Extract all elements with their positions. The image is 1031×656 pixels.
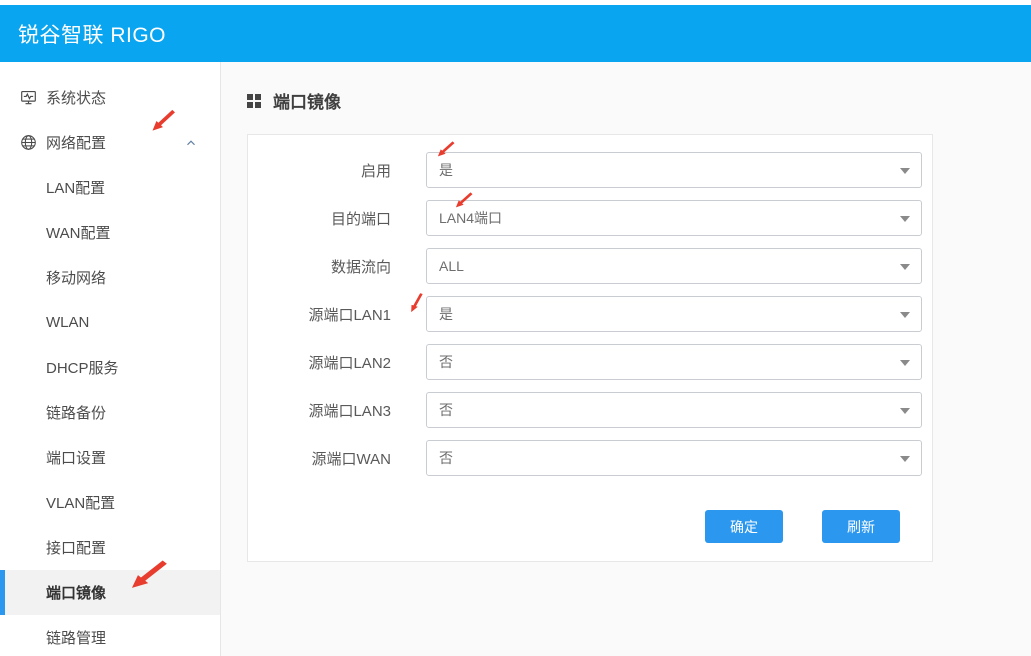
sidebar-item-label: 链路管理 xyxy=(46,627,106,648)
form-row-data-flow: 数据流向 ALL xyxy=(248,248,922,284)
button-row: 确定 刷新 xyxy=(248,510,922,543)
sidebar-item-label: 链路备份 xyxy=(46,402,106,423)
globe-icon xyxy=(20,134,37,151)
select-src-lan2[interactable]: 否 xyxy=(426,344,922,380)
select-value: 否 xyxy=(439,352,453,372)
sidebar-item-network-config[interactable]: 网络配置 xyxy=(0,120,220,165)
sidebar-item-label: DHCP服务 xyxy=(46,357,119,378)
select-enable[interactable]: 是 xyxy=(426,152,922,188)
sidebar-item-port-mirror[interactable]: 端口镜像 xyxy=(0,570,220,615)
sidebar-item-label: WLAN xyxy=(46,314,89,331)
chevron-down-icon xyxy=(900,216,910,222)
sidebar-item-label: 网络配置 xyxy=(46,132,106,153)
sidebar-item-wlan[interactable]: WLAN xyxy=(0,300,220,345)
sidebar-item-label: 端口镜像 xyxy=(46,582,106,603)
sidebar-item-link-backup[interactable]: 链路备份 xyxy=(0,390,220,435)
chevron-down-icon xyxy=(900,264,910,270)
sidebar-item-dhcp-service[interactable]: DHCP服务 xyxy=(0,345,220,390)
select-value: 是 xyxy=(439,304,453,324)
monitor-icon xyxy=(20,89,37,106)
select-data-flow[interactable]: ALL xyxy=(426,248,922,284)
app-title: 锐谷智联 RIGO xyxy=(18,19,166,49)
sidebar-item-label: 接口配置 xyxy=(46,537,106,558)
page-title: 端口镜像 xyxy=(273,88,341,113)
form-row-src-lan3: 源端口LAN3 否 xyxy=(248,392,922,428)
chevron-down-icon xyxy=(900,408,910,414)
chevron-down-icon xyxy=(900,360,910,366)
sidebar: 系统状态 网络配置 xyxy=(0,62,221,656)
select-value: ALL xyxy=(439,258,464,274)
sidebar-item-vlan-config[interactable]: VLAN配置 xyxy=(0,480,220,525)
chevron-down-icon xyxy=(900,312,910,318)
form-label: 数据流向 xyxy=(248,256,391,277)
form-label: 目的端口 xyxy=(248,208,391,229)
page-title-row: 端口镜像 xyxy=(221,62,1031,113)
chevron-up-icon[interactable] xyxy=(184,136,198,150)
select-value: 否 xyxy=(439,448,453,468)
form-label: 启用 xyxy=(248,160,391,181)
sidebar-item-label: 端口设置 xyxy=(46,447,106,468)
refresh-button[interactable]: 刷新 xyxy=(822,510,900,543)
sidebar-item-lan-config[interactable]: LAN配置 xyxy=(0,165,220,210)
form-row-src-lan2: 源端口LAN2 否 xyxy=(248,344,922,380)
form-row-src-lan1: 源端口LAN1 是 xyxy=(248,296,922,332)
port-mirror-panel: 启用 是 目的端口 LAN4端口 数据流向 ALL xyxy=(247,134,933,562)
page: 锐谷智联 RIGO 系统状态 xyxy=(0,0,1031,656)
sidebar-item-label: VLAN配置 xyxy=(46,492,115,513)
grid-icon xyxy=(247,94,261,108)
chevron-down-icon xyxy=(900,168,910,174)
sidebar-item-mobile-network[interactable]: 移动网络 xyxy=(0,255,220,300)
form-label: 源端口LAN2 xyxy=(248,352,391,373)
sidebar-item-port-settings[interactable]: 端口设置 xyxy=(0,435,220,480)
form-label: 源端口LAN1 xyxy=(248,304,391,325)
sidebar-item-label: LAN配置 xyxy=(46,177,105,198)
form-label: 源端口LAN3 xyxy=(248,400,391,421)
select-value: 是 xyxy=(439,160,453,180)
select-dest-port[interactable]: LAN4端口 xyxy=(426,200,922,236)
sidebar-item-system-status[interactable]: 系统状态 xyxy=(0,75,220,120)
form-row-dest-port: 目的端口 LAN4端口 xyxy=(248,200,922,236)
select-src-lan3[interactable]: 否 xyxy=(426,392,922,428)
sidebar-item-label: WAN配置 xyxy=(46,222,110,243)
select-src-wan[interactable]: 否 xyxy=(426,440,922,476)
sidebar-item-wan-config[interactable]: WAN配置 xyxy=(0,210,220,255)
confirm-button[interactable]: 确定 xyxy=(705,510,783,543)
form-row-enable: 启用 是 xyxy=(248,152,922,188)
select-value: 否 xyxy=(439,400,453,420)
select-value: LAN4端口 xyxy=(439,208,502,228)
app-header: 锐谷智联 RIGO xyxy=(0,5,1031,62)
sidebar-item-interface-config[interactable]: 接口配置 xyxy=(0,525,220,570)
form-row-src-wan: 源端口WAN 否 xyxy=(248,440,922,476)
chevron-down-icon xyxy=(900,456,910,462)
select-src-lan1[interactable]: 是 xyxy=(426,296,922,332)
sidebar-item-label: 系统状态 xyxy=(46,87,106,108)
main-content: 端口镜像 启用 是 目的端口 LAN4端口 xyxy=(221,62,1031,656)
sidebar-item-label: 移动网络 xyxy=(46,267,106,288)
form-label: 源端口WAN xyxy=(248,448,391,469)
sidebar-item-link-management[interactable]: 链路管理 xyxy=(0,615,220,656)
